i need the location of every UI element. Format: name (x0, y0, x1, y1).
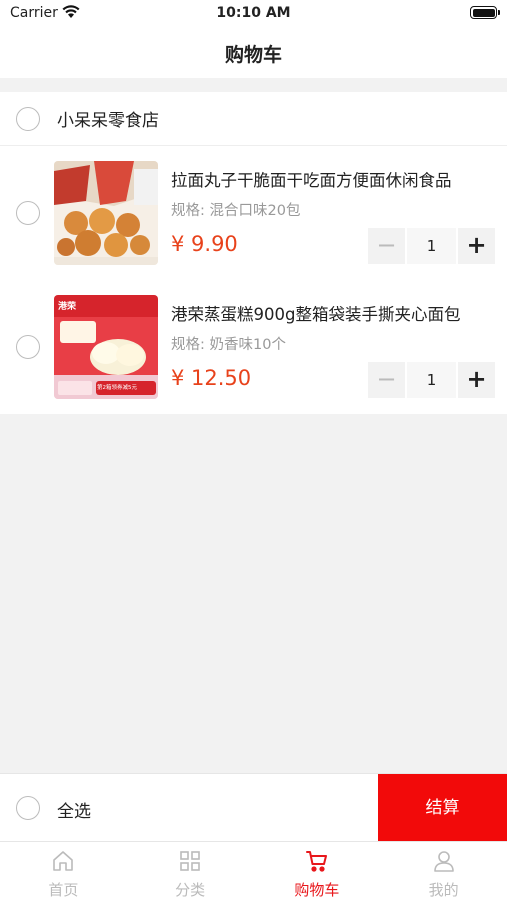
tab-label: 首页 (48, 881, 79, 899)
tab-label: 购物车 (294, 881, 340, 899)
item-select-radio[interactable] (16, 201, 40, 225)
tab-home[interactable]: 首页 (0, 842, 127, 900)
checkout-button[interactable]: 结算 (378, 774, 507, 842)
steamed-cake-product-image[interactable]: 港荣 第2箱领券减5元 (54, 295, 158, 399)
tab-label: 分类 (175, 881, 206, 899)
cart-icon (305, 851, 327, 872)
category-grid-icon (180, 851, 200, 871)
quantity-value[interactable]: 1 (407, 228, 456, 264)
page-title: 购物车 (224, 44, 282, 66)
tab-bar: 首页 分类 购物车 我的 (0, 841, 507, 900)
navigation-bar: 购物车 (0, 28, 507, 78)
item-select-radio[interactable] (16, 335, 40, 359)
item-price: ¥ 12.50 (171, 366, 252, 390)
quantity-stepper: − 1 + (368, 362, 495, 398)
home-icon (53, 851, 74, 871)
battery-icon (470, 6, 500, 19)
brand-logo-text: 港荣 (58, 302, 77, 312)
tab-profile[interactable]: 我的 (380, 842, 507, 900)
item-price: ¥ 9.90 (171, 232, 238, 256)
tab-cart[interactable]: 购物车 (254, 842, 381, 900)
tab-label: 我的 (428, 881, 459, 899)
item-title[interactable]: 拉面丸子干脆面干吃面方便面休闲食品 (171, 167, 493, 191)
cart-item: 港荣 第2箱领券减5元 港荣蒸蛋糕900g整箱袋装手撕夹心面包 规格: 奶香味1… (0, 280, 507, 414)
shop-name: 小呆呆零食店 (57, 111, 159, 131)
tab-category[interactable]: 分类 (127, 842, 254, 900)
quantity-stepper: − 1 + (368, 228, 495, 264)
promo-badge: 第2箱领券减5元 (97, 385, 137, 391)
decrease-quantity-button[interactable]: − (368, 228, 405, 264)
noodle-snack-product-image[interactable] (54, 161, 158, 265)
shop-header: 小呆呆零食店 (0, 92, 507, 146)
user-icon (433, 851, 454, 872)
select-all-radio[interactable] (16, 796, 40, 820)
select-all-label[interactable]: 全选 (57, 797, 91, 822)
cart-item: 拉面丸子干脆面干吃面方便面休闲食品 规格: 混合口味20包 ¥ 9.90 − 1… (0, 146, 507, 280)
item-title[interactable]: 港荣蒸蛋糕900g整箱袋装手撕夹心面包 (171, 301, 493, 325)
item-spec: 规格: 混合口味20包 (171, 203, 301, 219)
quantity-value[interactable]: 1 (407, 362, 456, 398)
shop-select-radio[interactable] (16, 107, 40, 131)
increase-quantity-button[interactable]: + (458, 362, 495, 398)
status-bar: Carrier 10:10 AM (0, 0, 507, 28)
cart-item-list: 拉面丸子干脆面干吃面方便面休闲食品 规格: 混合口味20包 ¥ 9.90 − 1… (0, 146, 507, 414)
checkout-bar: 全选 结算 (0, 773, 507, 842)
item-spec: 规格: 奶香味10个 (171, 337, 286, 353)
clock: 10:10 AM (216, 5, 291, 21)
decrease-quantity-button[interactable]: − (368, 362, 405, 398)
increase-quantity-button[interactable]: + (458, 228, 495, 264)
